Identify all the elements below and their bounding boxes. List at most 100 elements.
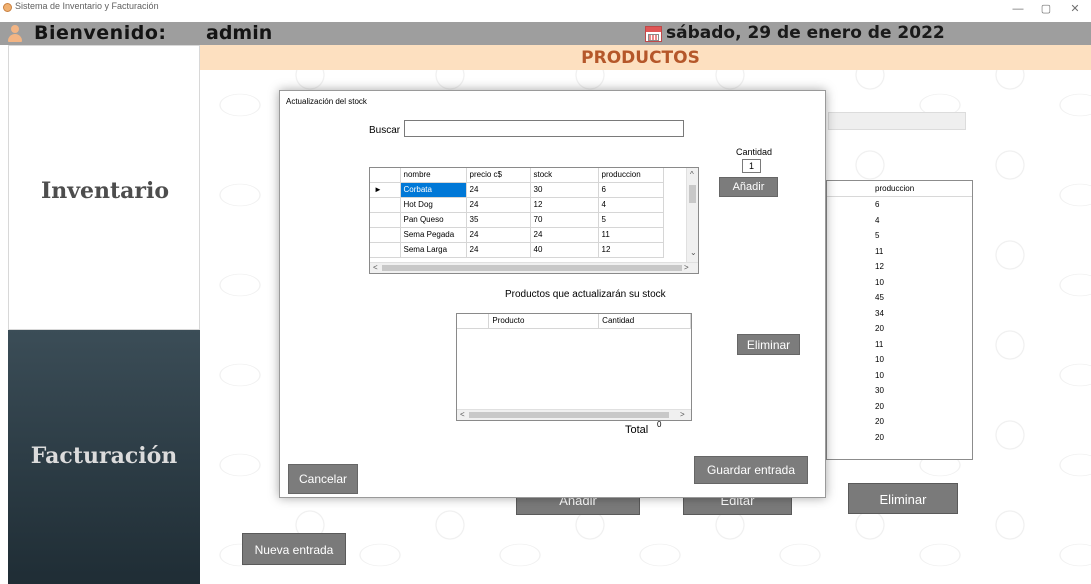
table-cell[interactable]: 30 xyxy=(530,182,599,198)
table-cell[interactable]: 6 xyxy=(598,182,664,198)
column-header[interactable]: Producto xyxy=(488,314,600,329)
grid-column-header: produccion xyxy=(875,184,915,193)
grid-cell[interactable]: 10 xyxy=(875,371,884,380)
save-entry-button[interactable]: Guardar entrada xyxy=(694,456,808,484)
grid-cell[interactable]: 6 xyxy=(875,200,879,209)
background-products-grid[interactable]: produccion 6 4 5 11 12 10 45 34 20 11 10 10 30 20 20 20 xyxy=(826,180,973,460)
section-title-bar: PRODUCTOS xyxy=(200,45,1091,70)
table-cell[interactable]: Sema Pegada xyxy=(400,227,467,243)
window-titlebar: Sistema de Inventario y Facturación — ▢ … xyxy=(0,0,1091,22)
scroll-right-icon[interactable]: > xyxy=(684,263,689,272)
table-cell[interactable]: 12 xyxy=(530,197,599,213)
products-vertical-scrollbar[interactable]: ^ ⌄ xyxy=(686,168,698,262)
sidebar-facturacion-panel[interactable]: Facturación xyxy=(8,330,200,584)
sidebar-item-inventario[interactable]: Inventario xyxy=(9,178,201,204)
app-icon xyxy=(3,3,12,12)
remove-from-list-button[interactable]: Eliminar xyxy=(737,334,800,355)
scroll-left-icon[interactable]: < xyxy=(373,263,378,272)
update-list-label: Productos que actualizarán su stock xyxy=(505,289,666,300)
table-row[interactable]: Sema Larga 24 40 12 xyxy=(370,242,664,258)
table-row[interactable]: Hot Dog 24 12 4 xyxy=(370,197,664,213)
column-header[interactable]: precio c$ xyxy=(466,168,531,183)
table-cell[interactable]: 24 xyxy=(466,182,531,198)
grid-cell[interactable]: 12 xyxy=(875,262,884,271)
scroll-down-icon[interactable]: ⌄ xyxy=(690,248,697,257)
calendar-icon xyxy=(645,26,662,42)
row-header-corner xyxy=(370,168,401,183)
grid-cell[interactable]: 20 xyxy=(875,402,884,411)
grid-cell[interactable]: 11 xyxy=(875,340,883,349)
username-label: admin xyxy=(206,22,273,44)
table-cell[interactable]: 35 xyxy=(466,212,531,228)
new-entry-button[interactable]: Nueva entrada xyxy=(242,533,346,565)
grid-cell[interactable]: 4 xyxy=(875,216,879,225)
grid-cell[interactable]: 10 xyxy=(875,355,884,364)
header-bar: Bienvenido: admin sábado, 29 de enero de… xyxy=(0,22,1091,45)
grid-cell[interactable]: 11 xyxy=(875,247,883,256)
stock-update-dialog: Actualización del stock Buscar Cantidad … xyxy=(279,90,826,498)
column-header[interactable]: stock xyxy=(530,168,599,183)
grid-cell[interactable]: 20 xyxy=(875,417,884,426)
row-header-corner xyxy=(457,314,490,329)
dialog-title: Actualización del stock xyxy=(286,97,367,106)
cancel-button[interactable]: Cancelar xyxy=(288,464,358,494)
sidebar-inventario-panel[interactable]: Inventario xyxy=(8,45,200,330)
table-cell[interactable]: 24 xyxy=(530,227,599,243)
grid-cell[interactable]: 20 xyxy=(875,324,884,333)
table-cell[interactable]: 12 xyxy=(598,242,664,258)
row-header[interactable] xyxy=(370,242,401,258)
grid-cell[interactable]: 20 xyxy=(875,433,884,442)
row-header[interactable] xyxy=(370,212,401,228)
welcome-label: Bienvenido: xyxy=(34,22,167,44)
table-cell[interactable]: Pan Queso xyxy=(400,212,467,228)
date-label: sábado, 29 de enero de 2022 xyxy=(666,23,945,43)
current-row-arrow-icon[interactable]: ► xyxy=(370,182,401,198)
close-button[interactable]: ✕ xyxy=(1067,2,1083,16)
row-header[interactable] xyxy=(370,227,401,243)
products-grid[interactable]: nombre precio c$ stock produccion ► Corbata 2… xyxy=(369,167,699,274)
table-cell[interactable]: 4 xyxy=(598,197,664,213)
table-cell[interactable]: 11 xyxy=(598,227,664,243)
update-horizontal-scrollbar[interactable]: < > xyxy=(457,409,691,420)
delete-product-button[interactable]: Eliminar xyxy=(848,483,958,514)
scroll-right-icon[interactable]: > xyxy=(680,410,685,419)
column-header[interactable]: Cantidad xyxy=(598,314,691,329)
row-header[interactable] xyxy=(370,197,401,213)
scroll-up-icon[interactable]: ^ xyxy=(690,170,694,179)
table-cell[interactable]: Sema Larga xyxy=(400,242,467,258)
table-cell[interactable]: 24 xyxy=(466,227,531,243)
minimize-button[interactable]: — xyxy=(1010,2,1026,16)
grid-cell[interactable]: 5 xyxy=(875,231,879,240)
table-cell[interactable]: Corbata xyxy=(400,182,467,198)
page-title: PRODUCTOS xyxy=(581,48,700,68)
maximize-button[interactable]: ▢ xyxy=(1038,2,1054,16)
products-horizontal-scrollbar[interactable]: < > xyxy=(370,262,698,273)
total-value: 0 xyxy=(657,420,662,429)
grid-cell[interactable]: 10 xyxy=(875,278,884,287)
grid-cell[interactable]: 30 xyxy=(875,386,884,395)
table-cell[interactable]: Hot Dog xyxy=(400,197,467,213)
search-label: Buscar xyxy=(369,125,401,136)
table-cell[interactable]: 70 xyxy=(530,212,599,228)
quantity-label: Cantidad xyxy=(736,147,773,157)
user-icon xyxy=(7,25,23,43)
search-input[interactable] xyxy=(404,120,684,137)
window-title: Sistema de Inventario y Facturación xyxy=(15,1,159,11)
add-to-list-button[interactable]: Añadir xyxy=(719,177,778,197)
table-row[interactable]: Sema Pegada 24 24 11 xyxy=(370,227,664,243)
sidebar-item-facturacion[interactable]: Facturación xyxy=(8,443,200,469)
table-cell[interactable]: 5 xyxy=(598,212,664,228)
update-grid[interactable]: Producto Cantidad < > xyxy=(456,313,692,421)
table-cell[interactable]: 40 xyxy=(530,242,599,258)
scroll-left-icon[interactable]: < xyxy=(460,410,465,419)
column-header[interactable]: nombre xyxy=(400,168,467,183)
grid-cell[interactable]: 45 xyxy=(875,293,884,302)
background-search-input[interactable] xyxy=(828,112,966,130)
table-row[interactable]: Pan Queso 35 70 5 xyxy=(370,212,664,228)
grid-cell[interactable]: 34 xyxy=(875,309,884,318)
quantity-input[interactable]: 1 xyxy=(742,159,761,173)
table-row[interactable]: ► Corbata 24 30 6 xyxy=(370,182,664,198)
table-cell[interactable]: 24 xyxy=(466,242,531,258)
column-header[interactable]: produccion xyxy=(598,168,664,183)
table-cell[interactable]: 24 xyxy=(466,197,531,213)
